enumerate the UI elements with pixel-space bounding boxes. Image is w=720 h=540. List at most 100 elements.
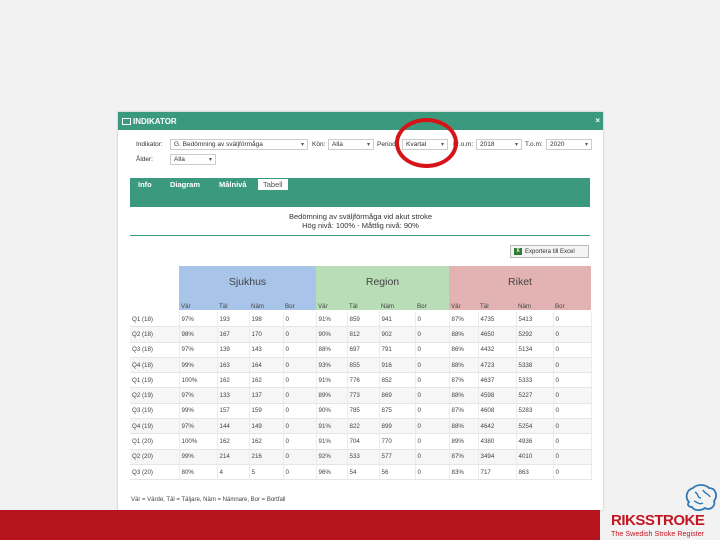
table-cell: 87% [449,403,479,420]
table-cell: 97% [179,342,218,358]
table-cell: 4 [217,464,250,481]
table-row: Q4 (19) 97% 144 149 0 91% 822 899 0 88% 4642 5254 0 [130,418,592,435]
table-row: Q3 (18) 97% 139 143 0 88% 697 791 0 86% 4432 5134 0 [130,342,592,358]
table-cell: 91% [316,418,348,435]
table-cell: 92% [316,449,348,465]
table-row: Q1 (20) 100% 162 162 0 91% 704 770 0 89% 4380 4936 0 [130,433,592,450]
table-cell: 0 [553,326,592,343]
table-cell: 4735 [478,312,517,328]
row-period-cell: Q3 (18) [130,342,180,358]
table-cell: 697 [347,342,380,358]
table-cell: 93% [316,357,348,374]
table-cell: 4010 [516,449,554,465]
table-cell: 916 [379,357,416,374]
group-header-riket: Riket [449,266,591,296]
table-cell: 100% [179,372,218,389]
row-period-cell: Q3 (20) [130,464,180,481]
row-period-cell: Q3 (19) [130,403,180,420]
table-cell: 770 [379,433,416,450]
table-cell: 162 [249,433,284,450]
table-cell: 0 [553,342,592,358]
close-icon[interactable]: × [595,116,600,125]
table-cell: 776 [347,372,380,389]
table-cell: 98% [179,326,218,343]
row-period-cell: Q4 (18) [130,357,180,374]
table-cell: 0 [415,449,450,465]
table-cell: 216 [249,449,284,465]
table-cell: 717 [478,464,517,481]
table-cell: 87% [449,372,479,389]
chevron-down-icon: ▾ [208,157,212,163]
table-cell: 0 [415,312,450,328]
column-header: Vär [318,303,328,310]
table-cell: 869 [379,387,416,404]
row-period-cell: Q1 (20) [130,433,180,450]
alder-select[interactable]: Alla ▾ [170,154,216,165]
tab-diagram[interactable]: Diagram [170,179,200,190]
table-cell: 5227 [516,387,554,404]
kon-select[interactable]: Alla ▾ [328,139,374,150]
table-cell: 0 [283,326,317,343]
table-cell: 4432 [478,342,517,358]
column-header: Bor [417,303,427,310]
table-cell: 198 [249,312,284,328]
table-cell: 5283 [516,403,554,420]
from-select[interactable]: 2018 ▾ [476,139,522,150]
tom-select[interactable]: 2020 ▾ [546,139,592,150]
tab-info[interactable]: Info [138,179,152,190]
table-cell: 88% [449,357,479,374]
table-cell: 139 [217,342,250,358]
table-cell: 4637 [478,372,517,389]
table-cell: 90% [316,326,348,343]
table-cell: 96% [316,464,348,481]
export-excel-button[interactable]: X Exportera till Excel [510,245,589,258]
table-cell: 0 [553,418,592,435]
table-cell: 863 [516,464,554,481]
chevron-down-icon: ▾ [514,142,518,148]
table-cell: 785 [347,403,380,420]
table-cell: 4642 [478,418,517,435]
tab-tabell[interactable]: Tabell [258,179,288,190]
table-cell: 97% [179,418,218,435]
table-cell: 86% [449,342,479,358]
table-cell: 54 [347,464,380,481]
table-cell: 0 [283,449,317,465]
table-cell: 855 [347,357,380,374]
filter-bar: Indikator: G. Bedömning av sväljförmåga … [118,138,603,172]
indikator-select[interactable]: G. Bedömning av sväljförmåga ▾ [170,139,308,150]
table-cell: 0 [283,357,317,374]
table-cell: 4380 [478,433,517,450]
row-period-cell: Q2 (19) [130,387,180,404]
table-cell: 0 [283,433,317,450]
column-header: Näm [251,303,265,310]
indikator-value: G. Bedömning av sväljförmåga [174,141,263,148]
column-header: Näm [381,303,395,310]
table-cell: 87% [449,312,479,328]
table-cell: 159 [249,403,284,420]
table-row: Q2 (18) 98% 167 170 0 90% 812 902 0 88% 4650 5292 0 [130,326,592,343]
panel-title: INDIKATOR [133,116,177,126]
column-header: Näm [518,303,532,310]
table-cell: 133 [217,387,250,404]
table-cell: 0 [283,312,317,328]
table-cell: 0 [415,326,450,343]
table-cell: 0 [415,372,450,389]
table-cell: 88% [316,342,348,358]
table-cell: 941 [379,312,416,328]
group-header-region: Region [316,266,449,296]
table-cell: 0 [415,357,450,374]
column-header: Vär [181,303,191,310]
title-divider [130,235,590,236]
brain-icon [685,484,717,512]
tab-malniva[interactable]: Målnivå [219,179,247,190]
table-cell: 3494 [478,449,517,465]
table-cell: 0 [415,464,450,481]
table-row: Q1 (19) 100% 162 162 0 91% 776 852 0 87% 4637 5333 0 [130,372,592,389]
indicator-panel: INDIKATOR × Indikator: G. Bedömning av s… [118,112,603,510]
table-cell: 902 [379,326,416,343]
table-cell: 88% [449,418,479,435]
column-header: Täl [480,303,489,310]
alder-value: Alla [174,156,185,163]
table-cell: 88% [449,387,479,404]
row-period-cell: Q1 (18) [130,312,180,328]
